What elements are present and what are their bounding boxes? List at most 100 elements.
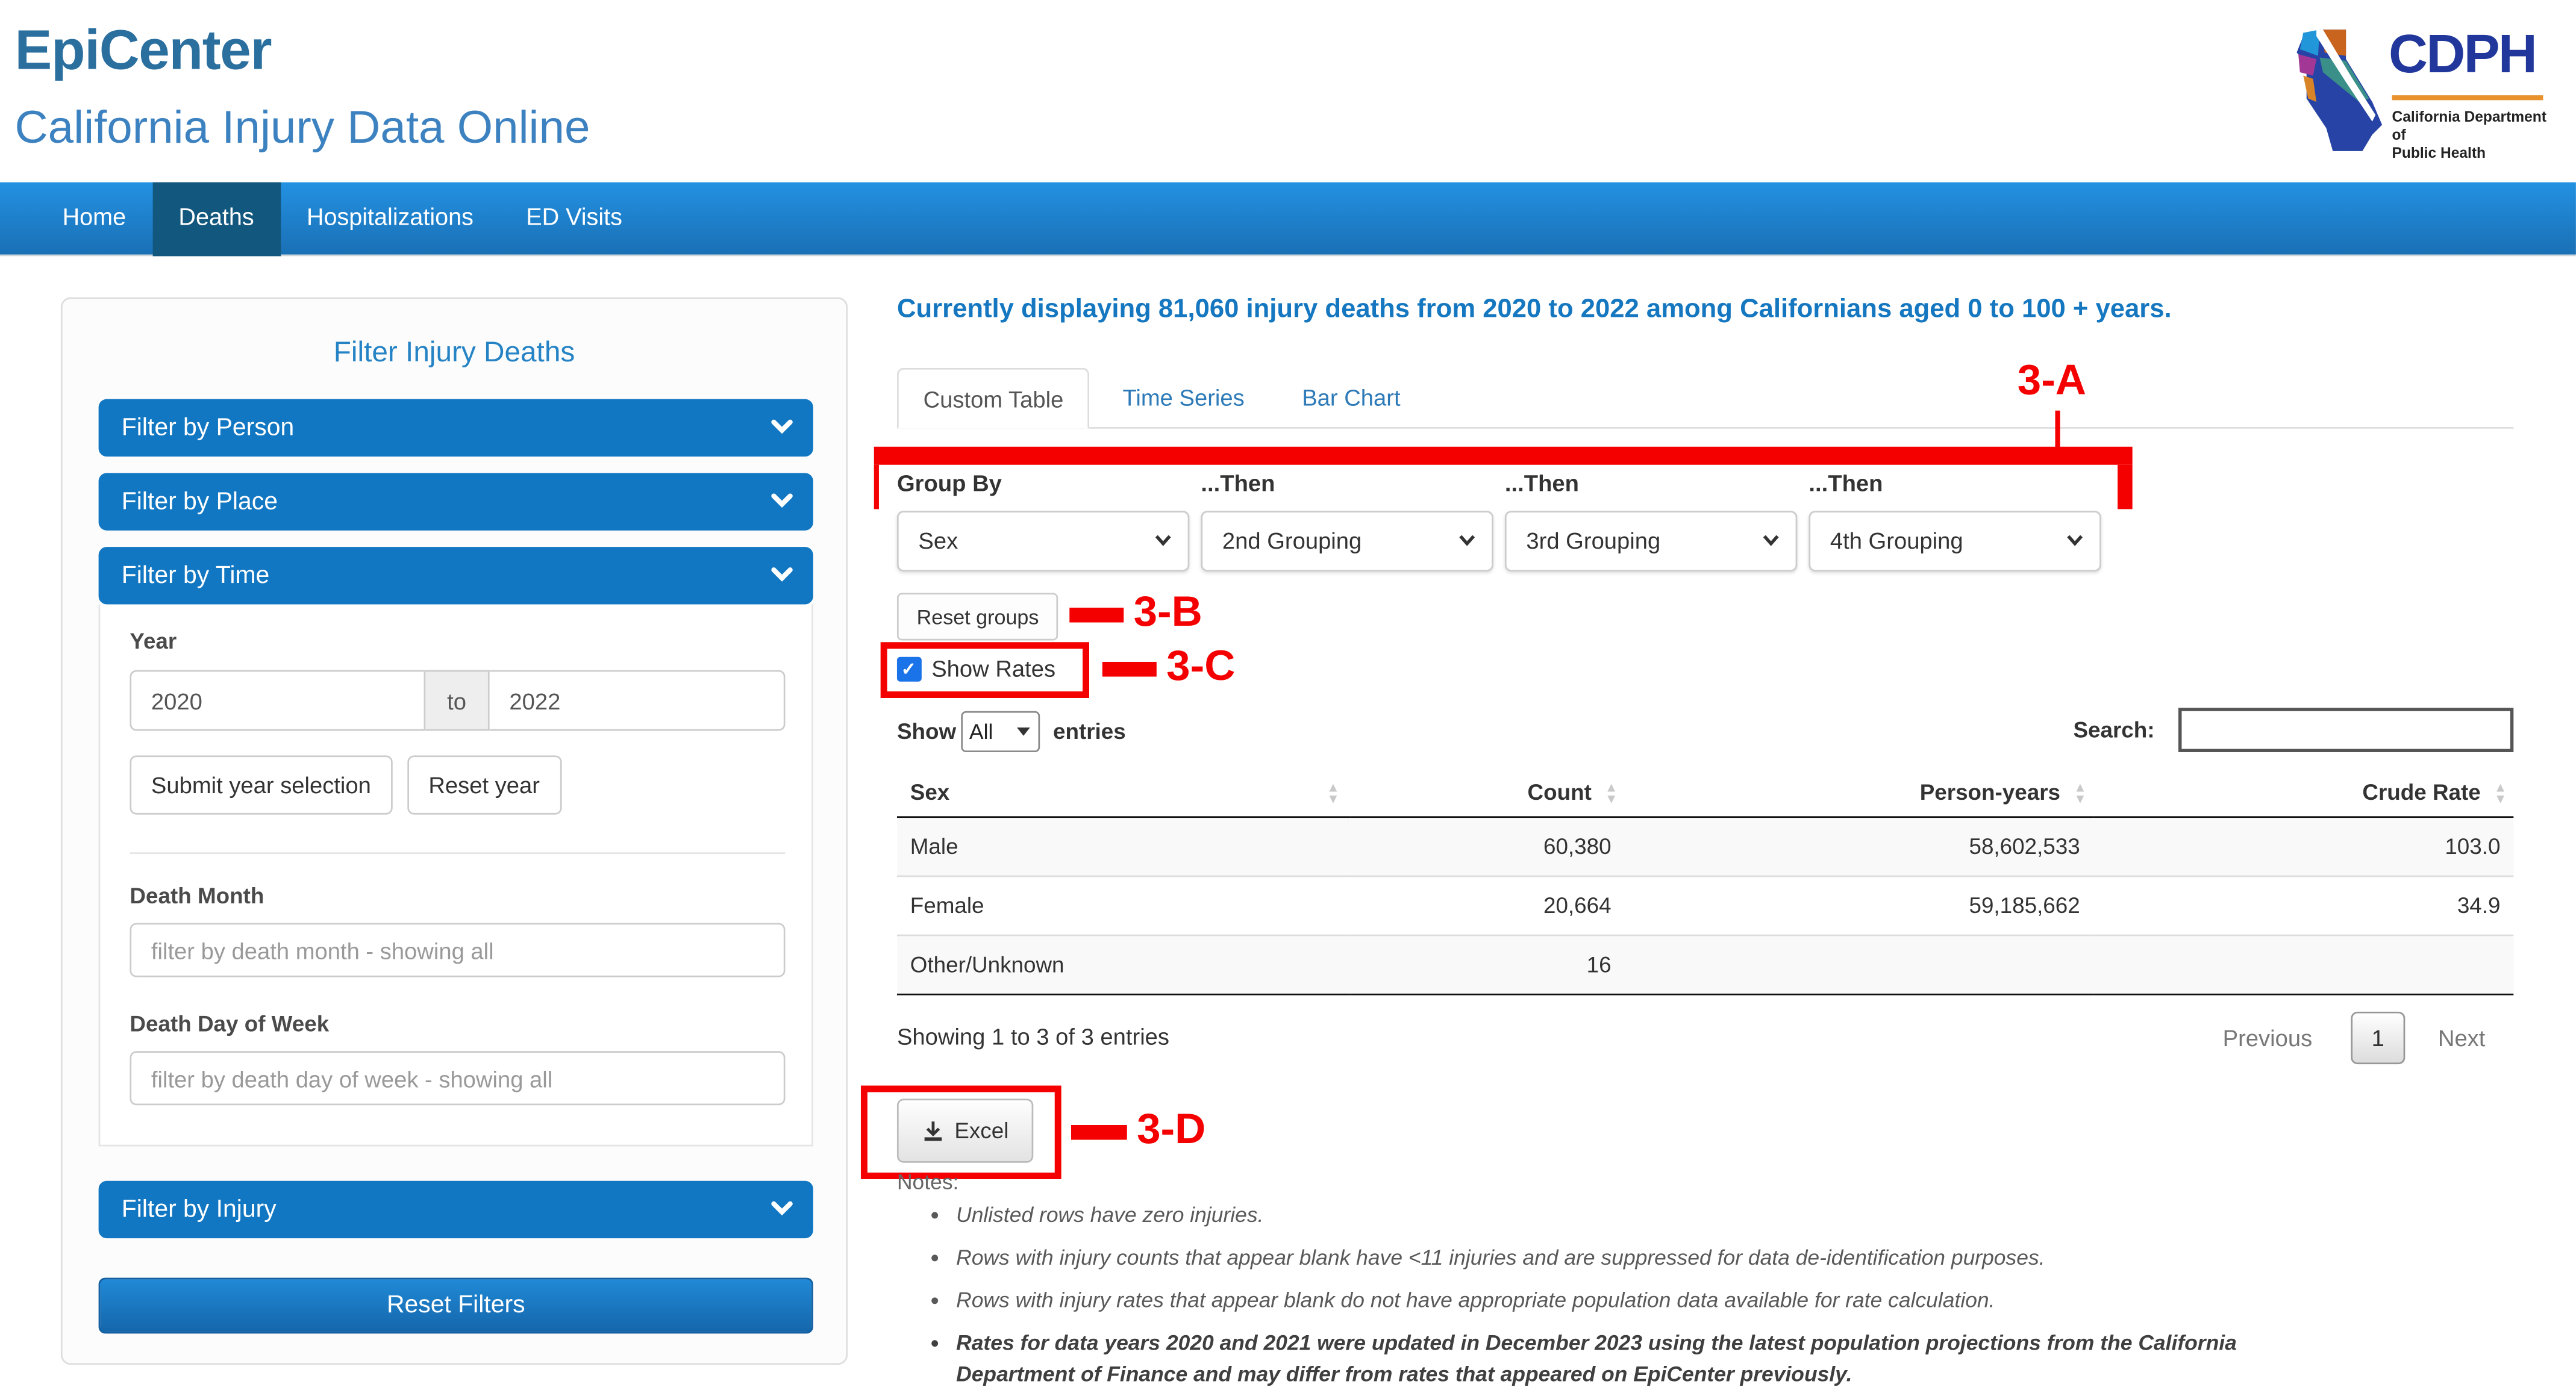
cell-crude-rate: 103.0: [2445, 834, 2501, 859]
table-row: Other/Unknown 16: [896, 934, 2514, 995]
year-label: Year: [130, 629, 177, 654]
year-from-input[interactable]: [130, 670, 426, 731]
sort-icon[interactable]: [2070, 782, 2086, 805]
note-item: Rows with injury rates that appear blank…: [956, 1285, 2352, 1316]
nav-item-ed-visits[interactable]: ED Visits: [500, 182, 649, 257]
divider: [130, 852, 786, 855]
view-tabs: Custom Table Time Series Bar Chart: [896, 367, 2514, 429]
cell-person-years: [1624, 934, 2093, 995]
reset-groups-button[interactable]: Reset groups: [896, 593, 1059, 641]
nav-item-hospitalizations[interactable]: Hospitalizations: [280, 182, 499, 257]
year-to-input[interactable]: [489, 670, 786, 731]
death-dow-label: Death Day of Week: [130, 1011, 330, 1036]
search-input[interactable]: [2178, 708, 2514, 752]
table-info: Showing 1 to 3 of 3 entries: [896, 1023, 1170, 1050]
annotation-3d-label: 3-D: [1137, 1103, 1206, 1153]
year-to-separator: to: [425, 670, 490, 731]
cell-count: 20,664: [1349, 875, 1625, 936]
third-grouping-select[interactable]: 3rd Grouping: [1504, 511, 1798, 572]
cell-count: 60,380: [1543, 834, 1612, 859]
annotation-3a-label: 3-A: [2017, 355, 2087, 404]
death-month-label: Death Month: [130, 883, 264, 909]
show-entries-label: Show: [896, 719, 957, 744]
logo-divider: [2392, 95, 2543, 101]
annotation-3b-label: 3-B: [1133, 586, 1202, 636]
sidebar-title: Filter Injury Deaths: [333, 335, 575, 368]
year-buttons: Submit year selection Reset year: [130, 755, 561, 815]
accordion-filter-by-person[interactable]: Filter by Person: [98, 399, 813, 457]
accordion-filter-by-time[interactable]: Filter by Time: [98, 547, 813, 605]
annotation-3a-bracket-left: [874, 464, 879, 509]
show-rates-checkbox[interactable]: [896, 656, 922, 682]
accordion-filter-by-injury[interactable]: Filter by Injury: [98, 1180, 813, 1239]
sort-icon[interactable]: [1601, 782, 1618, 805]
year-range-group: to: [130, 670, 786, 731]
reset-filters-button[interactable]: Reset Filters: [98, 1277, 813, 1334]
chevron-down-icon: [771, 493, 793, 508]
results-table: Sex Count Person-years Crude Rate Male 6…: [896, 768, 2514, 996]
annotation-3a-bracket-right: [2118, 464, 2133, 509]
nav-item-deaths[interactable]: Deaths: [152, 182, 281, 257]
entries-suffix-label: entries: [1053, 719, 1126, 744]
chevron-down-icon: [2067, 535, 2083, 546]
table-header-row: Sex Count Person-years Crude Rate: [896, 768, 2514, 818]
chevron-down-icon: [771, 419, 793, 434]
cell-person-years: 59,185,662: [1624, 875, 2093, 936]
tab-time-series[interactable]: Time Series: [1098, 368, 1269, 427]
second-grouping-select[interactable]: 2nd Grouping: [1201, 511, 1493, 572]
logo-department-text: California Department of Public Health: [2392, 108, 2546, 161]
chevron-down-icon: [1763, 535, 1779, 546]
search-label: Search:: [2073, 717, 2155, 743]
sort-icon[interactable]: [2490, 782, 2507, 805]
reset-year-button[interactable]: Reset year: [407, 755, 561, 815]
sort-icon[interactable]: [1327, 782, 1343, 805]
then-label-4: ...Then: [1809, 469, 1883, 496]
main-nav: Home Deaths Hospitalizations ED Visits: [0, 182, 2576, 257]
filter-sidebar: Filter Injury Deaths Filter by Person Fi…: [60, 297, 848, 1365]
previous-page-button[interactable]: Previous: [2223, 1025, 2313, 1052]
excel-export-button[interactable]: Excel: [896, 1098, 1034, 1163]
chevron-down-icon: [771, 567, 793, 582]
accordion-filter-by-place[interactable]: Filter by Place: [98, 473, 813, 531]
table-row: Male 60,380 58,602,533 103.0: [896, 817, 2514, 876]
summary-text: Currently displaying 81,060 injury death…: [896, 295, 2172, 324]
annotation-3c-label: 3-C: [1166, 640, 1236, 690]
tab-bar-chart[interactable]: Bar Chart: [1277, 368, 1425, 427]
death-dow-input[interactable]: [130, 1051, 786, 1106]
column-header-count[interactable]: Count: [1349, 768, 1625, 818]
next-page-button[interactable]: Next: [2438, 1025, 2486, 1052]
then-label-2: ...Then: [1201, 469, 1275, 496]
submit-year-button[interactable]: Submit year selection: [130, 755, 393, 815]
show-rates-label: Show Rates: [931, 655, 1056, 682]
page-number-button[interactable]: 1: [2351, 1011, 2406, 1065]
then-label-3: ...Then: [1504, 469, 1579, 496]
cell-sex: Male: [910, 834, 958, 859]
note-item: Rows with injury counts that appear blan…: [956, 1242, 2352, 1273]
annotation-3b-dash: [1069, 607, 1124, 623]
app-title: EpiCenter: [14, 19, 272, 83]
cell-person-years: 58,602,533: [1969, 834, 2080, 859]
group-by-label: Group By: [896, 469, 1002, 496]
entries-select[interactable]: All: [961, 711, 1040, 752]
annotation-3a-connector: [2055, 410, 2060, 449]
chevron-down-icon: [1155, 535, 1171, 546]
app-header: EpiCenter California Injury Data Online …: [0, 0, 2576, 182]
tab-custom-table[interactable]: Custom Table: [896, 367, 1090, 429]
note-item: Unlisted rows have zero injuries.: [956, 1199, 2352, 1230]
group-by-select[interactable]: Sex: [896, 511, 1190, 572]
fourth-grouping-select[interactable]: 4th Grouping: [1809, 511, 2101, 572]
california-state-icon: [2296, 30, 2383, 151]
column-header-crude-rate[interactable]: Crude Rate: [2093, 768, 2514, 818]
cell-count: 16: [1349, 934, 1625, 995]
annotation-3c-dash: [1102, 661, 1157, 677]
annotation-3d-dash: [1071, 1124, 1127, 1140]
column-header-person-years[interactable]: Person-years: [1624, 768, 2093, 818]
death-month-input[interactable]: [130, 923, 786, 977]
table-row: Female 20,664 59,185,662 34.9: [896, 875, 2514, 936]
notes-title: Notes:: [896, 1169, 959, 1194]
column-header-sex[interactable]: Sex: [896, 768, 1350, 818]
nav-item-home[interactable]: Home: [36, 182, 152, 257]
cdph-wordmark: CDPH: [2389, 23, 2537, 84]
cdph-logo: CDPH California Department of Public Hea…: [2296, 10, 2559, 177]
app-subtitle: California Injury Data Online: [14, 102, 590, 153]
